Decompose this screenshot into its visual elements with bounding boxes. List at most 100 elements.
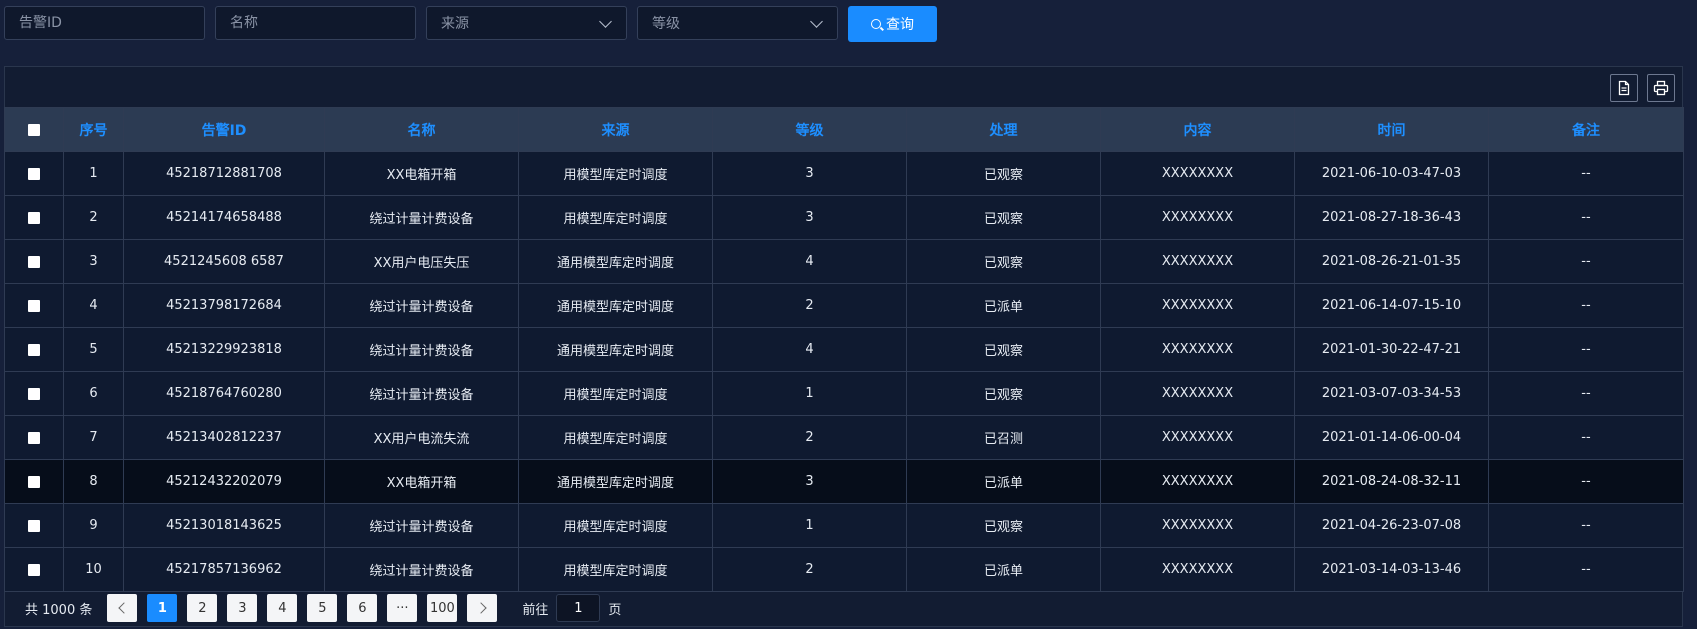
alarm-source-cell: 用模型库定时调度: [518, 503, 713, 548]
row-checkbox[interactable]: [28, 211, 40, 224]
table-row[interactable]: 10 45217857136962 绕过计量计费设备 用模型库定时调度 2 已派单 XXXX…: [4, 547, 1684, 592]
alarm-note-cell: --: [1488, 327, 1684, 372]
goto-page-input[interactable]: [556, 594, 601, 622]
page-button[interactable]: 4: [267, 594, 298, 622]
row-select-cell[interactable]: [4, 371, 64, 416]
page-button[interactable]: 6: [347, 594, 378, 622]
query-button-label: 查询: [886, 17, 914, 33]
alarm-source-cell: 用模型库定时调度: [518, 195, 713, 240]
header-cell[interactable]: 内容: [1100, 107, 1295, 152]
row-select-cell[interactable]: [4, 547, 64, 592]
row-select-cell[interactable]: [4, 503, 64, 548]
alarm-status-cell: 已派单: [906, 547, 1101, 592]
header-cell[interactable]: 处理: [906, 107, 1101, 152]
header-cell[interactable]: 序号: [63, 107, 124, 152]
row-checkbox[interactable]: [28, 431, 40, 444]
alarm-time-cell: 2021-01-14-06-00-04: [1294, 415, 1489, 460]
alarm-note-cell: --: [1488, 195, 1684, 240]
table-row[interactable]: 2 45214174658488 绕过计量计费设备 用模型库定时调度 3 已观察 XXXXX…: [4, 195, 1684, 240]
row-select-cell[interactable]: [4, 327, 64, 372]
alarm-level-cell: 1: [712, 503, 907, 548]
row-select-cell[interactable]: [4, 459, 64, 504]
level-select[interactable]: 等级: [637, 6, 838, 40]
row-index-cell: 1: [63, 151, 124, 196]
alarm-time-cell: 2021-06-14-07-15-10: [1294, 283, 1489, 328]
alarm-name-cell: 绕过计量计费设备: [324, 371, 519, 416]
alarm-id-cell: 45218712881708: [123, 151, 325, 196]
alarm-level-cell: 4: [712, 327, 907, 372]
alarm-source-cell: 通用模型库定时调度: [518, 459, 713, 504]
alarm-status-cell: 已观察: [906, 151, 1101, 196]
alarm-id-input[interactable]: [19, 15, 190, 31]
row-checkbox[interactable]: [28, 343, 40, 356]
alarm-status-cell: 已派单: [906, 459, 1101, 504]
next-page-button[interactable]: [467, 594, 498, 622]
alarm-level-cell: 2: [712, 283, 907, 328]
page-button[interactable]: 5: [307, 594, 338, 622]
alarm-id-field[interactable]: [4, 6, 205, 40]
header-cell[interactable]: 等级: [712, 107, 907, 152]
table-row[interactable]: 7 45213402812237 XX用户电流失流 用模型库定时调度 2 已召测 XXXXX…: [4, 415, 1684, 460]
row-select-cell[interactable]: [4, 283, 64, 328]
row-select-cell[interactable]: [4, 151, 64, 196]
header-cell[interactable]: 告警ID: [123, 107, 325, 152]
table-row[interactable]: 8 45212432202079 XX电箱开箱 通用模型库定时调度 3 已派单 XXXXXX…: [4, 459, 1684, 504]
alarm-name-cell: 绕过计量计费设备: [324, 503, 519, 548]
table-toolbar: [5, 67, 1682, 107]
page-button[interactable]: 3: [227, 594, 258, 622]
alarm-level-cell: 4: [712, 239, 907, 284]
row-checkbox[interactable]: [28, 519, 40, 532]
alarm-status-cell: 已观察: [906, 327, 1101, 372]
prev-page-button[interactable]: [107, 594, 138, 622]
export-button[interactable]: [1610, 74, 1638, 102]
alarm-name-cell: XX用户电压失压: [324, 239, 519, 284]
total-count: 共 1000 条: [25, 602, 93, 618]
row-checkbox[interactable]: [28, 475, 40, 488]
select-all-checkbox[interactable]: [28, 123, 40, 136]
alarm-status-cell: 已观察: [906, 195, 1101, 240]
filter-bar: 来源 等级 查询: [4, 6, 937, 42]
header-cell[interactable]: 备注: [1488, 107, 1684, 152]
table-row[interactable]: 6 45218764760280 绕过计量计费设备 用模型库定时调度 1 已观察 XXXXX…: [4, 371, 1684, 416]
alarm-status-cell: 已派单: [906, 283, 1101, 328]
page-button[interactable]: 2: [187, 594, 218, 622]
table-row[interactable]: 1 45218712881708 XX电箱开箱 用模型库定时调度 3 已观察 XXXXXXX…: [4, 151, 1684, 196]
alarm-time-cell: 2021-01-30-22-47-21: [1294, 327, 1489, 372]
row-checkbox[interactable]: [28, 387, 40, 400]
row-checkbox[interactable]: [28, 255, 40, 268]
row-checkbox[interactable]: [28, 167, 40, 180]
row-checkbox[interactable]: [28, 299, 40, 312]
alarm-content-cell: XXXXXXXX: [1100, 239, 1295, 284]
row-select-cell[interactable]: [4, 239, 64, 284]
alarm-note-cell: --: [1488, 283, 1684, 328]
header-cell[interactable]: 来源: [518, 107, 713, 152]
row-index-cell: 3: [63, 239, 124, 284]
alarm-status-cell: 已观察: [906, 239, 1101, 284]
alarm-note-cell: --: [1488, 239, 1684, 284]
alarm-content-cell: XXXXXXXX: [1100, 459, 1295, 504]
page-button[interactable]: 100: [427, 594, 458, 622]
name-input[interactable]: [230, 15, 401, 31]
name-field[interactable]: [215, 6, 416, 40]
query-button[interactable]: 查询: [848, 6, 937, 42]
page-ellipsis-button[interactable]: ···: [387, 594, 418, 622]
table-row[interactable]: 4 45213798172684 绕过计量计费设备 通用模型库定时调度 2 已派单 XXXX…: [4, 283, 1684, 328]
alarm-level-cell: 3: [712, 151, 907, 196]
print-button[interactable]: [1647, 74, 1675, 102]
alarm-name-cell: 绕过计量计费设备: [324, 327, 519, 372]
select-all-cell[interactable]: [4, 107, 64, 152]
row-select-cell[interactable]: [4, 195, 64, 240]
source-select[interactable]: 来源: [426, 6, 627, 40]
table-row[interactable]: 5 45213229923818 绕过计量计费设备 通用模型库定时调度 4 已观察 XXXX…: [4, 327, 1684, 372]
alarm-content-cell: XXXXXXXX: [1100, 503, 1295, 548]
page-button[interactable]: 1: [147, 594, 178, 622]
table-row[interactable]: 9 45213018143625 绕过计量计费设备 用模型库定时调度 1 已观察 XXXXX…: [4, 503, 1684, 548]
header-cell[interactable]: 名称: [324, 107, 519, 152]
row-checkbox[interactable]: [28, 563, 40, 576]
alarm-id-cell: 45213018143625: [123, 503, 325, 548]
chevron-right-icon: [475, 602, 487, 614]
header-cell[interactable]: 时间: [1294, 107, 1489, 152]
alarm-time-cell: 2021-08-27-18-36-43: [1294, 195, 1489, 240]
row-select-cell[interactable]: [4, 415, 64, 460]
table-row[interactable]: 3 4521245608 6587 XX用户电压失压 通用模型库定时调度 4 已观察 XXX…: [4, 239, 1684, 284]
